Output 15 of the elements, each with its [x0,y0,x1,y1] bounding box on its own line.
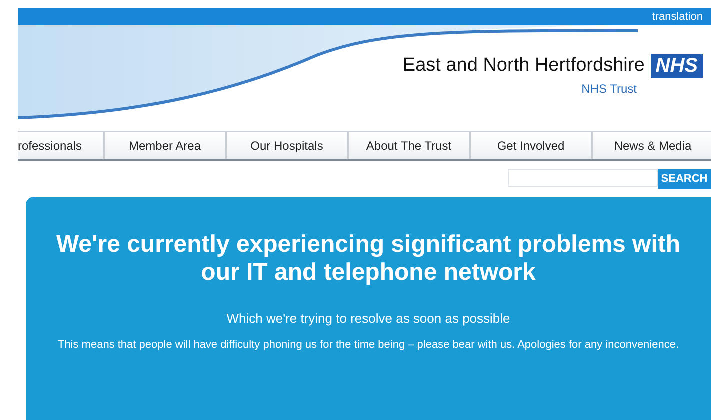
nav-tab[interactable]: Our Hospitals [226,131,348,159]
nav-tab[interactable]: About The Trust [348,131,470,159]
notice-heading: We're currently experiencing significant problems with our IT and telephone network [56,231,681,287]
search-field[interactable] [508,169,658,187]
nhs-logo: NHS [650,54,703,78]
nav-tab[interactable]: Member Area [104,131,226,159]
nav-tab[interactable]: Get Involved [470,131,592,159]
translation-link[interactable]: translation [652,10,703,22]
notice-subheading: Which we're trying to resolve as soon as possible [226,311,512,326]
search-button[interactable]: SEARCH [658,169,711,189]
organisation-name: East and North Hertfordshire [402,55,645,77]
nav-tab[interactable]: News & Media [592,131,711,159]
nav-tab[interactable]: rofessionals [18,131,104,159]
notice-text: This means that people will have difficulty phoning us for the time being – please bear with us. Apologies for any inconvenience. [56,338,680,353]
organisation-subtitle: NHS Trust [582,82,637,96]
